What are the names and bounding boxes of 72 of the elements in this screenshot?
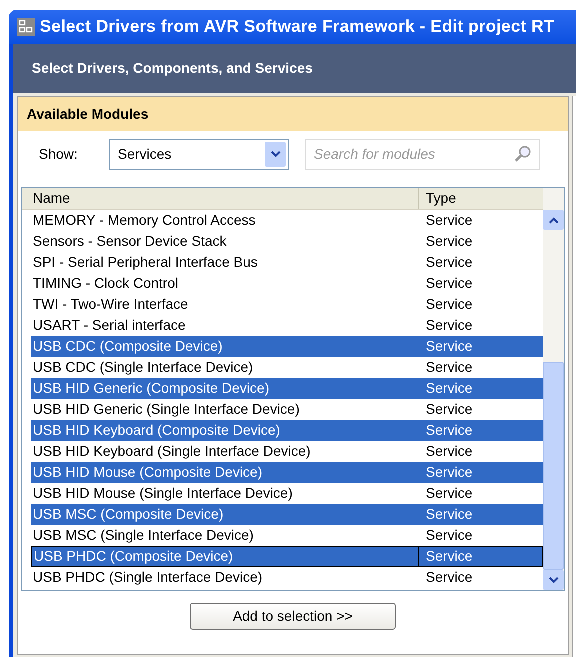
- table-row[interactable]: USB HID Generic (Single Interface Device) Service: [31, 399, 543, 420]
- table-cell-text: USB PHDC (Single Interface Device): [32, 568, 264, 587]
- table-cell-text: TWI - Two-Wire Interface: [32, 295, 190, 314]
- table-cell-text: USB HID Keyboard (Composite Device): [32, 421, 282, 440]
- scroll-thumb[interactable]: [543, 362, 564, 570]
- table-row[interactable]: USB HID Keyboard (Composite Device) Service: [31, 420, 543, 441]
- table-row[interactable]: USB HID Keyboard (Single Interface Device) Service: [31, 441, 543, 462]
- table-cell-text: USB CDC (Composite Device): [32, 337, 224, 356]
- table-cell-text: Service: [425, 526, 474, 545]
- table-cell-text: Service: [425, 484, 474, 503]
- table-cell-text: USB HID Keyboard (Single Interface Device): [32, 442, 312, 461]
- table-row[interactable]: USB HID Mouse (Single Interface Device) Service: [31, 483, 543, 504]
- table-cell-text: Service: [425, 211, 474, 230]
- table-cell-text: Service: [425, 253, 474, 272]
- add-to-selection-button[interactable]: Add to selection >>: [190, 603, 396, 630]
- table-cell-text: USB HID Generic (Composite Device): [32, 379, 271, 398]
- scroll-down-button[interactable]: [543, 570, 564, 590]
- dropdown-button[interactable]: [265, 142, 286, 166]
- scroll-up-button[interactable]: [543, 210, 564, 230]
- table-row[interactable]: USB MSC (Composite Device) Service: [31, 504, 543, 525]
- table-cell-text: Service: [425, 442, 474, 461]
- search-icon: [514, 144, 532, 162]
- table-row[interactable]: SPI - Serial Peripheral Interface Bus Service: [31, 252, 543, 273]
- table-cell-text: Service: [425, 400, 474, 419]
- table-cell-text: Service: [425, 295, 474, 314]
- table-cell-text: USB MSC (Composite Device): [32, 505, 225, 524]
- panel-title: Available Modules: [27, 104, 149, 124]
- table-cell-text: Service: [425, 421, 474, 440]
- scrollbar[interactable]: [543, 188, 564, 590]
- table-row[interactable]: TWI - Two-Wire Interface Service: [31, 294, 543, 315]
- table-cell-text: Service: [425, 316, 474, 335]
- window-icon: [17, 18, 35, 36]
- table-row[interactable]: MEMORY - Memory Control Access Service: [31, 210, 543, 231]
- table-cell-text: Sensors - Sensor Device Stack: [32, 232, 228, 251]
- table-cell-text: Service: [425, 232, 474, 251]
- table-cell-text: Service: [425, 547, 474, 566]
- table-row[interactable]: USB CDC (Single Interface Device) Service: [31, 357, 543, 378]
- table-row[interactable]: USART - Serial interface Service: [31, 315, 543, 336]
- header-title: Select Drivers, Components, and Services: [32, 59, 313, 78]
- table-cell-text: Service: [425, 274, 474, 293]
- table-row[interactable]: USB PHDC (Single Interface Device) Service: [31, 567, 543, 588]
- table-cell-text: USB HID Generic (Single Interface Device): [32, 400, 301, 419]
- table-cell-text: TIMING - Clock Control: [32, 274, 180, 293]
- chevron-down-icon: [270, 150, 280, 158]
- table-row[interactable]: USB HID Mouse (Composite Device) Service: [31, 462, 543, 483]
- table-cell-text: USB CDC (Single Interface Device): [32, 358, 254, 377]
- table-row[interactable]: TIMING - Clock Control Service: [31, 273, 543, 294]
- table-row[interactable]: Sensors - Sensor Device Stack Service: [31, 231, 543, 252]
- table-cell-text: Service: [425, 463, 474, 482]
- table-cell-text: Service: [425, 505, 474, 524]
- table-row[interactable]: USB MSC (Single Interface Device) Service: [31, 525, 543, 546]
- table-cell-text: USB HID Mouse (Single Interface Device): [32, 484, 294, 503]
- table-cell-text: SPI - Serial Peripheral Interface Bus: [32, 253, 259, 272]
- window-title: Select Drivers from AVR Software Framework - Edit project RT: [40, 16, 555, 38]
- table-cell-text: Service: [425, 568, 474, 587]
- show-dropdown[interactable]: Services: [109, 138, 289, 170]
- table-cell-text: USB MSC (Single Interface Device): [32, 526, 255, 545]
- table-row[interactable]: USB HID Generic (Composite Device) Service: [31, 378, 543, 399]
- search-field[interactable]: Search for modules: [305, 138, 540, 170]
- table-cell-text: USB HID Mouse (Composite Device): [32, 463, 264, 482]
- table-row[interactable]: USB PHDC (Composite Device) Service: [31, 546, 543, 567]
- column-header[interactable]: Type: [419, 188, 543, 209]
- column-header[interactable]: Name: [22, 188, 419, 209]
- chevron-up-icon: [548, 216, 558, 224]
- table-cell-text: Service: [425, 358, 474, 377]
- table-cell-text: USART - Serial interface: [32, 316, 187, 335]
- chevron-down-icon: [548, 576, 558, 584]
- table-cell-text: MEMORY - Memory Control Access: [32, 211, 257, 230]
- table-cell-text: Service: [425, 379, 474, 398]
- table-cell-text: Service: [425, 337, 474, 356]
- table-row[interactable]: USB CDC (Composite Device) Service: [31, 336, 543, 357]
- show-label: Show:: [39, 144, 79, 164]
